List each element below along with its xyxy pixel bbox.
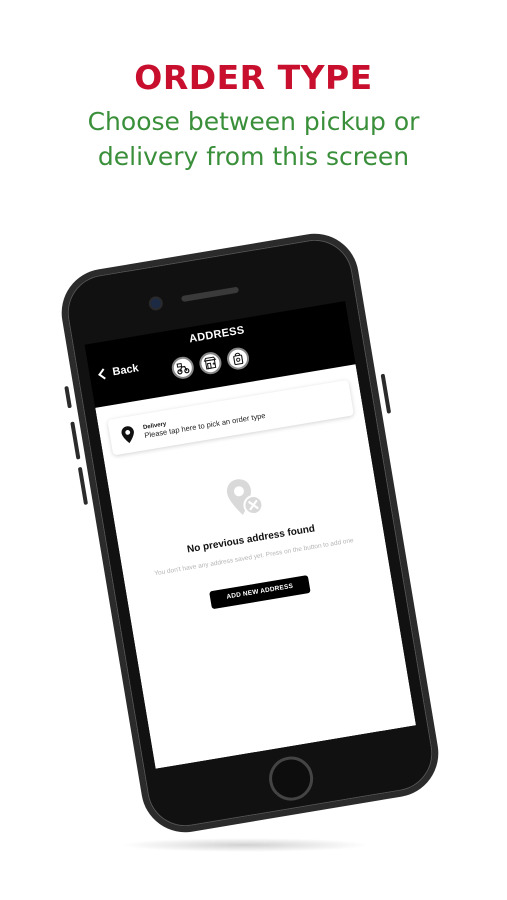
delivery-scooter-icon[interactable] — [170, 355, 196, 381]
location-pin-icon — [121, 426, 134, 444]
store-pickup-icon-graphic — [203, 356, 217, 370]
phone-side-button — [380, 373, 392, 414]
phone-body: Back ADDRESS Delivery Please tap here to… — [55, 227, 445, 839]
takeaway-bag-icon[interactable] — [225, 345, 251, 372]
address-content: Delivery Please tap here to pick an orde… — [95, 364, 417, 769]
location-pin-cross-icon — [226, 479, 264, 516]
takeaway-bag-icon-graphic — [233, 352, 244, 366]
app-screen: Back ADDRESS Delivery Please tap here to… — [84, 301, 417, 769]
promo-page: ORDER TYPE Choose between pickup or deli… — [0, 0, 507, 900]
speaker-grille — [180, 286, 240, 303]
delivery-scooter-icon-graphic — [176, 362, 190, 375]
phone-side-button — [77, 466, 89, 505]
promo-title: ORDER TYPE — [134, 58, 373, 97]
phone-mockup: Back ADDRESS Delivery Please tap here to… — [55, 227, 445, 839]
store-pickup-icon[interactable] — [197, 350, 224, 376]
back-button[interactable]: Back — [98, 362, 140, 380]
phone-side-button — [70, 421, 81, 460]
chevron-left-icon — [98, 368, 110, 380]
phone-shadow — [120, 838, 370, 852]
phone-side-button — [64, 385, 72, 409]
promo-subtitle: Choose between pickup or delivery from t… — [87, 107, 420, 171]
camera-icon — [150, 297, 162, 310]
back-label: Back — [111, 362, 140, 379]
home-button[interactable] — [265, 753, 317, 804]
order-type-icons — [170, 345, 251, 381]
add-new-address-button[interactable]: ADD NEW ADDRESS — [209, 575, 311, 610]
order-type-text: Delivery Please tap here to pick an orde… — [143, 405, 266, 439]
